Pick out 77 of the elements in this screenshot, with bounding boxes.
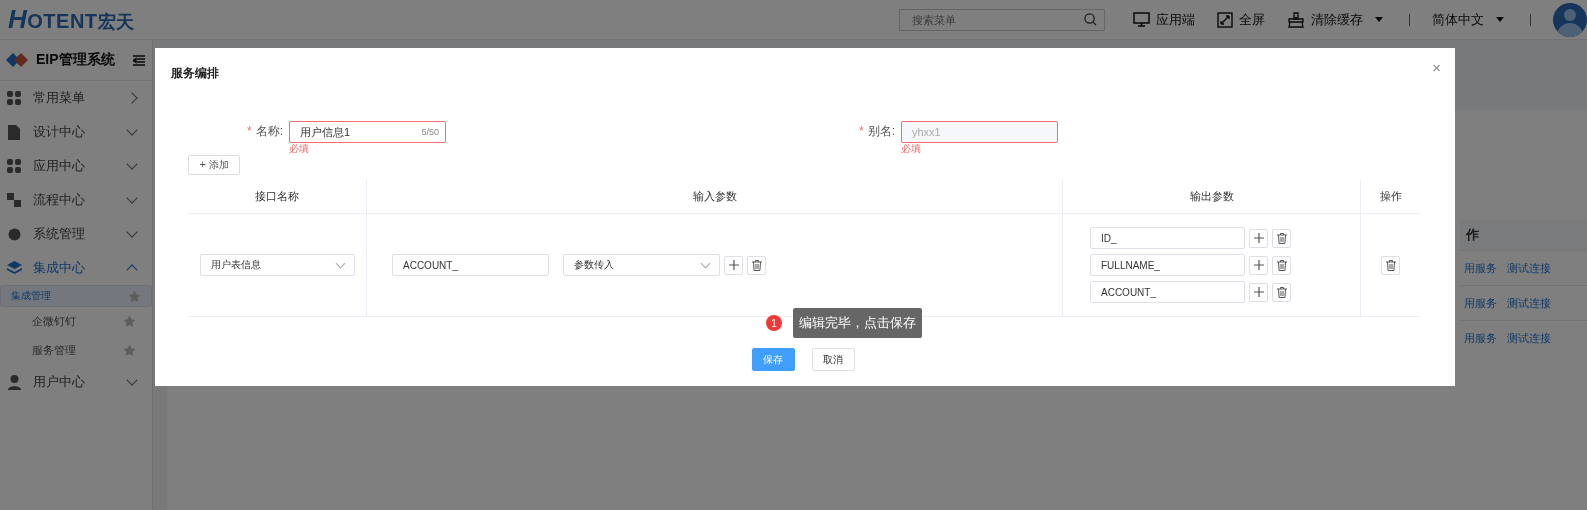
header-action[interactable]: 全屏 [1217,10,1265,29]
error-message: 必填 [289,143,310,154]
menu-item[interactable]: 应用中心 [0,149,152,183]
input-field[interactable]: ID_ [1090,227,1245,249]
column-header: 操作 [1361,180,1420,214]
trash-icon [1385,259,1396,271]
logo-icon [6,52,28,68]
menu-item[interactable]: 系统管理 [0,217,152,251]
star-icon[interactable] [128,289,141,303]
table-link[interactable]: 用服务 [1464,330,1497,346]
layers-icon [7,260,22,276]
avatar[interactable] [1553,2,1587,37]
trash-icon [1276,259,1287,271]
cancel-button[interactable]: 取消 [811,348,855,371]
menu-item[interactable]: 设计中心 [0,115,152,149]
required-mark: * [859,124,864,138]
table-link[interactable]: 用服务 [1464,295,1497,311]
table-link[interactable]: 测试连接 [1507,260,1551,276]
delete-button[interactable] [1272,255,1291,275]
collapse-icon[interactable] [132,54,145,66]
flow-icon [7,192,22,208]
text-input[interactable]: 用户信息1 5/50 [289,121,446,143]
step-badge: 1 [766,315,782,331]
search-icon [1084,12,1097,26]
tooltip: 编辑完毕，点击保存 [793,308,922,338]
input-field[interactable]: FULLNAME_ [1090,254,1245,276]
close-button[interactable]: × [1432,60,1441,75]
logo: HOTENT宏天 [8,4,136,35]
column-header: 接口名称 [188,180,367,214]
submenu-item[interactable]: 服务管理 [0,336,152,365]
user-icon [7,374,22,390]
select-field[interactable]: 参数传入 [563,254,720,276]
search-field[interactable]: 搜索菜单 [899,8,1105,31]
plus-icon [1253,287,1264,297]
input-field[interactable]: ACCOUNT_ [1090,281,1245,303]
delete-button[interactable] [747,255,766,275]
document-icon [7,124,22,140]
star-icon[interactable] [123,344,136,357]
app-title: EIP管理系统 [36,51,115,69]
monitor-icon [1133,12,1150,27]
header-action[interactable]: 应用端 [1133,10,1195,29]
grid-icon [7,90,22,106]
star-icon[interactable] [123,315,136,328]
menu-item[interactable]: 流程中心 [0,183,152,217]
column-header: 输入参数 [367,180,1063,214]
plus-icon [1253,233,1264,243]
plus-icon [728,260,739,270]
table-header: 作 [1460,220,1587,250]
table-link[interactable]: 测试连接 [1507,330,1551,346]
submenu-item[interactable]: 企微钉钉 [0,307,152,336]
delete-button[interactable] [1272,228,1291,248]
delete-button[interactable] [1272,282,1291,302]
grid-icon [7,158,22,174]
trash-icon [1276,286,1287,298]
required-mark: * [247,124,252,138]
column-header: 输出参数 [1063,180,1361,214]
trash-icon [751,259,762,271]
save-button[interactable]: 保存 [751,348,795,371]
menu-item[interactable]: 集成中心 [0,251,152,285]
table-link[interactable]: 用服务 [1464,260,1497,276]
plus-icon [1253,260,1264,270]
menu-item[interactable]: 用户中心 [0,365,152,399]
trash-icon [1276,232,1287,244]
dialog-title: 服务编排 [171,65,219,82]
header-action[interactable]: 清除缓存 [1287,10,1383,29]
menu-item[interactable]: 常用菜单 [0,81,152,115]
delete-button[interactable] [1381,255,1400,275]
field-label: 别名: [867,124,895,138]
fullscreen-icon [1217,11,1233,28]
select-field[interactable]: 用户表信息 [199,254,355,276]
language-select[interactable]: 简体中文 [1432,10,1504,29]
field-label: 名称: [255,124,283,138]
submenu-item[interactable]: 集成管理 [0,285,152,307]
table-link[interactable]: 测试连接 [1507,295,1551,311]
input-field[interactable]: ACCOUNT_ [392,254,549,276]
error-message: 必填 [901,143,922,154]
add-button[interactable]: + 添加 [188,155,240,175]
